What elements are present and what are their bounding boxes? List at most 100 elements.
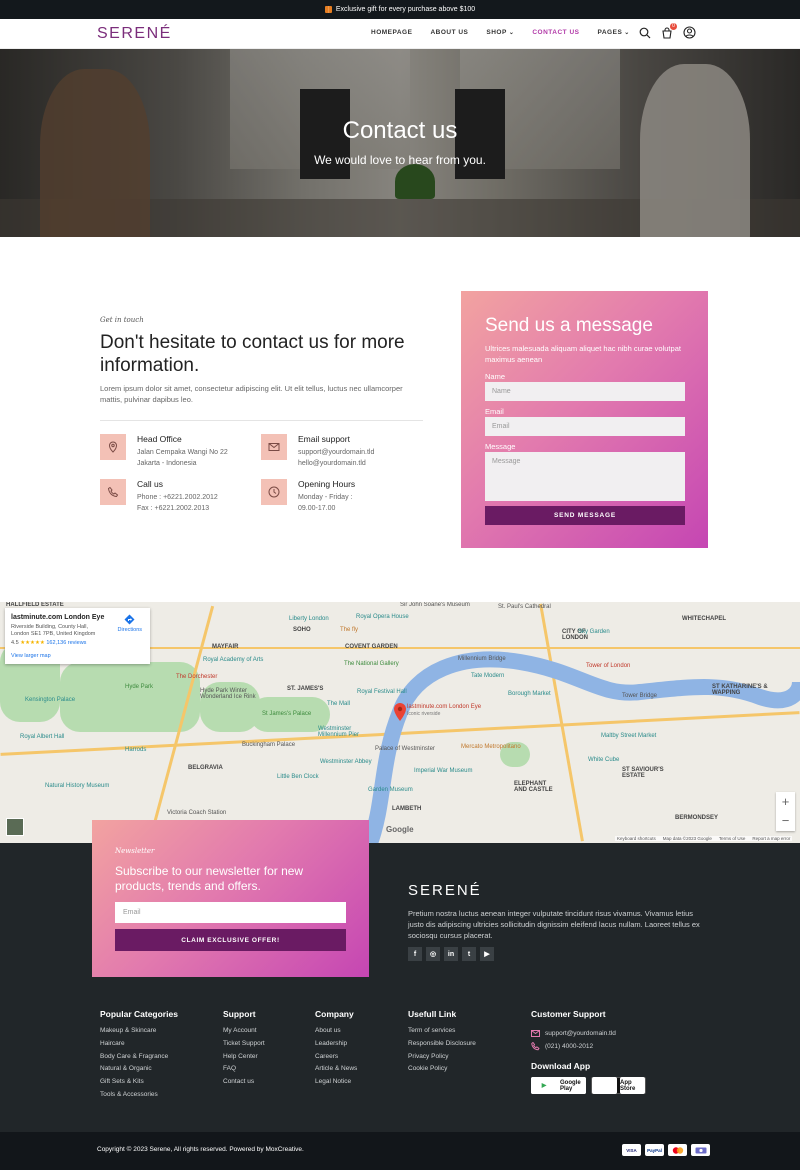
map-label: Garden Museum — [368, 787, 413, 793]
keyboard-shortcuts-link[interactable]: Keyboard shortcuts — [617, 836, 656, 841]
map-label: ST. JAMES'S — [287, 686, 324, 692]
footer-link[interactable]: Privacy Policy — [408, 1053, 476, 1066]
map-label: St. Paul's Cathedral — [498, 604, 551, 610]
support-email-text: support@yourdomain.tld — [545, 1030, 616, 1037]
app-store-badges: ▶ Google Play App Store — [531, 1077, 646, 1094]
marker-title: lastminute.com London Eye — [407, 704, 482, 710]
footer-link[interactable]: Ticket Support — [223, 1040, 265, 1053]
map-label: Westminster Abbey — [320, 759, 372, 765]
footer-link[interactable]: Responsible Disclosure — [408, 1040, 476, 1053]
map-layer-toggle[interactable] — [6, 818, 24, 836]
app-store-button[interactable]: App Store — [591, 1077, 646, 1094]
youtube-icon[interactable]: ▶ — [480, 947, 494, 961]
footer-col-title: Company — [315, 1009, 354, 1019]
map-label: The National Gallery — [344, 661, 399, 667]
footer-logo[interactable]: SERENÉ — [408, 882, 482, 899]
map-label: WHITECHAPEL — [682, 616, 726, 622]
nav-contact[interactable]: CONTACT US — [532, 29, 579, 36]
phone-icon — [100, 479, 126, 505]
map-label: Little Ben Clock — [277, 774, 319, 780]
map-label: LAMBETH — [392, 806, 422, 812]
footer-link[interactable]: Body Care & Fragrance — [100, 1053, 178, 1066]
footer-col-categories: Popular Categories Makeup & Skincare Hai… — [100, 1009, 178, 1104]
footer-link[interactable]: Haircare — [100, 1040, 178, 1053]
card-icon — [691, 1144, 710, 1156]
map-label: BELGRAVIA — [188, 765, 223, 771]
site-logo[interactable]: SERENÉ — [97, 25, 172, 43]
footer-link[interactable]: My Account — [223, 1027, 265, 1040]
footer-link[interactable]: Legal Notice — [315, 1078, 357, 1091]
info-line[interactable]: support@yourdomain.tld — [298, 448, 374, 459]
nav-pages[interactable]: PAGES ⌄ — [598, 29, 630, 36]
footer-link[interactable]: FAQ — [223, 1065, 265, 1078]
send-message-button[interactable]: SEND MESSAGE — [485, 506, 685, 525]
map-label: Sky Garden — [578, 629, 610, 635]
footer-link[interactable]: Natural & Organic — [100, 1065, 178, 1078]
cart-icon[interactable]: 0 — [661, 22, 677, 39]
place-address: Riverside Building, County Hall, London … — [11, 624, 96, 637]
footer-link[interactable]: Cookie Policy — [408, 1065, 476, 1078]
map-label: Buckingham Palace — [242, 742, 296, 748]
email-input[interactable]: Email — [485, 417, 685, 436]
map-label: Sir John Soane's Museum — [400, 602, 470, 608]
message-textarea[interactable]: Message — [485, 452, 685, 501]
nav-about[interactable]: ABOUT US — [430, 29, 468, 36]
info-detail: Phone : +6221.2002.2012 Fax : +6221.2002.… — [137, 493, 218, 514]
visa-icon: VISA — [622, 1144, 641, 1156]
support-phone[interactable]: (021) 4000-2012 — [531, 1040, 646, 1053]
terms-link[interactable]: Terms of Use — [719, 836, 746, 841]
footer-link[interactable]: Makeup & Skincare — [100, 1027, 178, 1040]
search-icon[interactable] — [639, 27, 651, 39]
map-label: Kensington Palace — [25, 697, 76, 703]
copyright-text: Copyright © 2023 Serene, All rights rese… — [97, 1146, 304, 1153]
footer-link[interactable]: Contact us — [223, 1078, 265, 1091]
view-larger-map-link[interactable]: View larger map — [11, 653, 51, 659]
report-error-link[interactable]: Report a map error — [752, 836, 790, 841]
footer-link[interactable]: Careers — [315, 1053, 357, 1066]
newsletter-eyebrow: Newsletter — [115, 847, 155, 855]
info-line: 09.00-17.00 — [298, 504, 336, 512]
map-label: SOHO — [293, 627, 311, 633]
footer-link[interactable]: About us — [315, 1027, 357, 1040]
zoom-in-button[interactable]: + — [776, 792, 795, 811]
payment-methods: VISA PayPal — [622, 1144, 710, 1156]
facebook-icon[interactable]: f — [408, 947, 422, 961]
map-label: Imperial War Museum — [414, 768, 473, 774]
map-attribution: Keyboard shortcuts Map data ©2023 Google… — [615, 836, 793, 841]
info-title: Opening Hours — [298, 479, 356, 489]
info-line[interactable]: hello@yourdomain.tld — [298, 459, 374, 470]
newsletter-headline: Subscribe to our newsletter for new prod… — [115, 864, 304, 893]
footer-link[interactable]: Help Center — [223, 1053, 265, 1066]
footer-link[interactable]: Gift Sets & Kits — [100, 1078, 178, 1091]
footer-link[interactable]: Article & News — [315, 1065, 357, 1078]
nav-homepage[interactable]: HOMEPAGE — [371, 29, 412, 36]
map-marker-icon[interactable] — [394, 703, 406, 726]
place-name: lastminute.com London Eye — [11, 614, 105, 621]
twitter-icon[interactable]: t — [462, 947, 476, 961]
map-label: Royal Academy of Arts — [203, 657, 264, 663]
newsletter-email-input[interactable]: Email — [115, 902, 346, 923]
footer-link[interactable]: Term of services — [408, 1027, 476, 1040]
google-play-button[interactable]: ▶ Google Play — [531, 1077, 586, 1094]
info-detail: Monday - Friday : 09.00-17.00 — [298, 493, 352, 514]
info-detail: support@yourdomain.tld hello@yourdomain.t… — [298, 448, 374, 469]
footer-link[interactable]: Tools & Accessories — [100, 1091, 178, 1104]
linkedin-icon[interactable]: in — [444, 947, 458, 961]
claim-offer-button[interactable]: CLAIM EXCLUSIVE OFFER! — [115, 929, 346, 951]
instagram-icon[interactable]: ◎ — [426, 947, 440, 961]
name-input[interactable]: Name — [485, 382, 685, 401]
directions-button[interactable]: Directions — [118, 614, 142, 633]
nav-pages-label: PAGES — [597, 29, 623, 36]
map-label: Mercato Metropolitano — [461, 744, 521, 750]
contact-lead: Lorem ipsum dolor sit amet, consectetur … — [100, 384, 403, 404]
info-title: Email support — [298, 434, 350, 444]
footer-link[interactable]: Leadership — [315, 1040, 357, 1053]
account-icon[interactable] — [683, 26, 696, 39]
nav-shop[interactable]: SHOP ⌄ — [486, 29, 514, 36]
footer-col-company: Company About us Leadership Careers Arti… — [315, 1009, 357, 1091]
zoom-out-button[interactable]: − — [776, 811, 795, 830]
footer-col-title: Customer Support — [531, 1009, 606, 1019]
reviews-link[interactable]: 162,136 reviews — [46, 640, 86, 646]
support-email[interactable]: support@yourdomain.tld — [531, 1027, 646, 1040]
map-label: Harrods — [125, 747, 147, 753]
